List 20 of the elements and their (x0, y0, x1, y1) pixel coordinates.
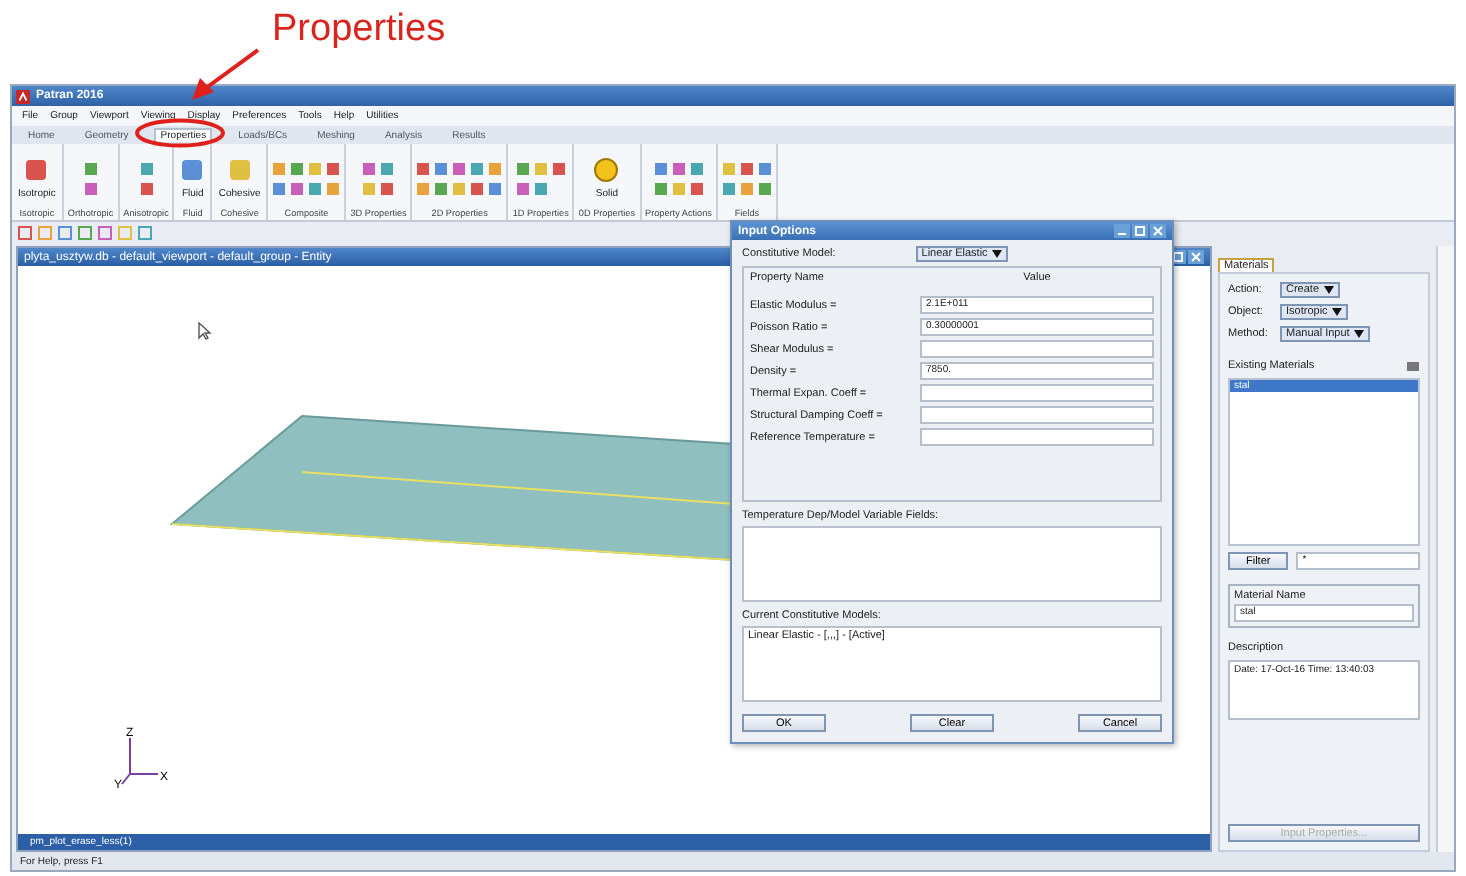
maximize-icon[interactable] (1132, 224, 1148, 238)
caret-icon (1323, 285, 1334, 294)
property-value-field[interactable] (920, 428, 1154, 446)
property-value-field[interactable] (920, 384, 1154, 402)
sphere-icon (594, 157, 619, 181)
close-icon[interactable] (1150, 224, 1166, 238)
annotation-circle (134, 118, 226, 148)
caret-icon (1331, 307, 1342, 316)
annotation-arrow (192, 48, 260, 102)
caret-icon (991, 249, 1002, 258)
cursor-icon (198, 322, 212, 340)
property-value-field[interactable] (920, 340, 1154, 358)
annotation-label: Properties (272, 8, 446, 52)
tool-icon (227, 157, 252, 181)
minimize-icon[interactable] (1114, 224, 1130, 238)
property-value-field[interactable] (920, 406, 1154, 424)
tool-icon (180, 157, 205, 181)
close-icon[interactable] (1188, 250, 1204, 264)
tool-icon (24, 157, 49, 181)
caret-icon (1353, 329, 1364, 338)
